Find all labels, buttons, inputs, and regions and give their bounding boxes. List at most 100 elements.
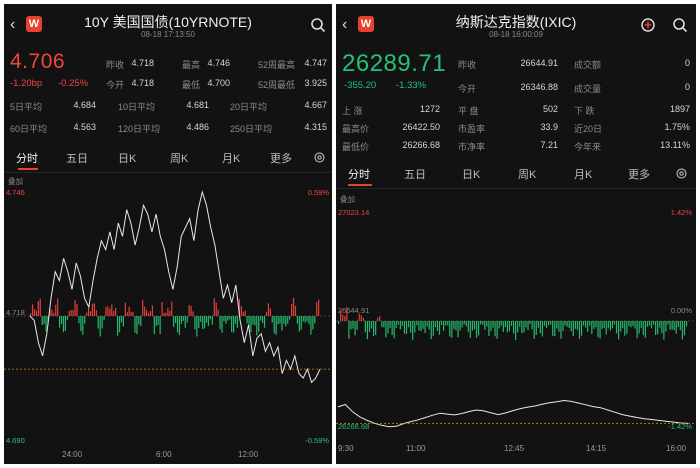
- search-icon[interactable]: [672, 17, 688, 33]
- change-bar: [570, 321, 572, 332]
- change-bar: [287, 316, 289, 324]
- intraday-chart[interactable]: [336, 204, 696, 440]
- change-bar: [574, 321, 576, 329]
- change-bar: [653, 321, 655, 325]
- change-bar: [422, 321, 424, 329]
- settings-icon[interactable]: [675, 167, 688, 180]
- change-bar: [548, 321, 550, 326]
- change: -1.20bp: [10, 78, 43, 89]
- change-bar: [451, 321, 453, 338]
- change-bar: [31, 304, 34, 316]
- change-bar: [480, 321, 482, 325]
- tab-4[interactable]: 月K: [222, 150, 240, 166]
- settings-icon[interactable]: [313, 151, 326, 164]
- breadth-value: 13.11%: [660, 140, 690, 150]
- intraday-chart[interactable]: [4, 186, 332, 448]
- change-bar: [496, 321, 498, 339]
- change-bar: [517, 321, 519, 333]
- stat-value: 3.925: [304, 78, 327, 88]
- change-bar: [262, 316, 264, 323]
- change-bar: [66, 316, 68, 320]
- stat-value: 26346.88: [520, 82, 558, 92]
- change-bar: [70, 310, 72, 316]
- change-bar: [33, 309, 36, 316]
- change-bar: [453, 321, 455, 330]
- change-bar: [469, 321, 471, 338]
- change-bar: [236, 316, 239, 328]
- tab-0[interactable]: 分时: [348, 166, 370, 182]
- change-bar: [465, 321, 467, 327]
- price-line: [337, 399, 689, 428]
- tab-2[interactable]: 日K: [462, 166, 480, 182]
- change-bar: [159, 316, 161, 335]
- tab-3[interactable]: 周K: [518, 166, 536, 182]
- change-bars: [338, 307, 688, 340]
- change-bar: [622, 321, 624, 329]
- tab-1[interactable]: 五日: [404, 166, 426, 182]
- chart-tabs: 分时 五日 日K 周K 月K 更多: [4, 146, 332, 170]
- change-bar: [556, 321, 558, 329]
- change-bar: [607, 321, 609, 329]
- change-bar: [484, 321, 486, 330]
- average-label: 120日平均: [118, 124, 161, 134]
- change-bar: [165, 312, 167, 316]
- change-bar: [45, 316, 47, 332]
- change-bar: [420, 321, 422, 332]
- change-bar: [663, 321, 665, 340]
- change-bar: [126, 312, 128, 316]
- average-label: 20日平均: [230, 102, 268, 112]
- change-bar: [566, 321, 568, 327]
- stat-value: 4.718: [131, 58, 154, 68]
- tab-underline: [348, 184, 372, 186]
- change-bar: [459, 321, 461, 331]
- change-bar: [387, 321, 389, 334]
- change-bar: [508, 321, 511, 332]
- tab-4[interactable]: 月K: [574, 166, 592, 182]
- change-bar: [673, 321, 675, 331]
- stat-label: 成交额: [574, 60, 602, 70]
- change-bar: [424, 321, 426, 333]
- change-bar: [366, 321, 369, 340]
- tab-5[interactable]: 更多: [628, 166, 650, 182]
- tab-0[interactable]: 分时: [16, 150, 38, 166]
- change-bar: [161, 301, 163, 316]
- change-bar: [500, 321, 502, 326]
- add-watchlist-icon[interactable]: [640, 17, 656, 33]
- change-bar: [138, 316, 140, 325]
- breadth-value: 1.75%: [664, 122, 690, 132]
- change-bar: [180, 316, 182, 324]
- change-bar: [188, 305, 190, 316]
- change-bar: [438, 321, 441, 335]
- tab-1[interactable]: 五日: [66, 150, 88, 166]
- change-bar: [89, 311, 92, 316]
- breadth-label: 市盈率: [458, 124, 486, 134]
- stat-value: 26644.91: [520, 58, 558, 68]
- change-bar: [88, 308, 90, 316]
- change-bar: [550, 321, 552, 325]
- breadth-label: 市净率: [458, 142, 486, 152]
- change-bar: [53, 312, 55, 316]
- change-bar: [492, 321, 494, 328]
- change-bar: [76, 303, 78, 316]
- change-bar: [568, 321, 570, 329]
- stat-value: 0: [684, 82, 690, 92]
- stat-value: 4.746: [207, 58, 230, 68]
- change-bar: [669, 321, 671, 330]
- change-bar: [599, 321, 601, 339]
- change-bar: [634, 321, 636, 329]
- change-bar: [521, 321, 523, 334]
- change-bar: [300, 316, 302, 330]
- tab-5[interactable]: 更多: [270, 150, 292, 166]
- tab-2[interactable]: 日K: [118, 150, 136, 166]
- change-bar: [611, 321, 614, 329]
- search-icon[interactable]: [310, 17, 326, 33]
- x-tick: 11:00: [406, 444, 426, 453]
- change-bar: [624, 321, 626, 336]
- price-line: [29, 190, 321, 384]
- change-bar: [173, 316, 175, 328]
- change-bar: [97, 316, 99, 329]
- change-bar: [213, 298, 215, 316]
- tab-3[interactable]: 周K: [170, 150, 188, 166]
- change-bar: [229, 316, 231, 320]
- tab-underline: [18, 168, 38, 170]
